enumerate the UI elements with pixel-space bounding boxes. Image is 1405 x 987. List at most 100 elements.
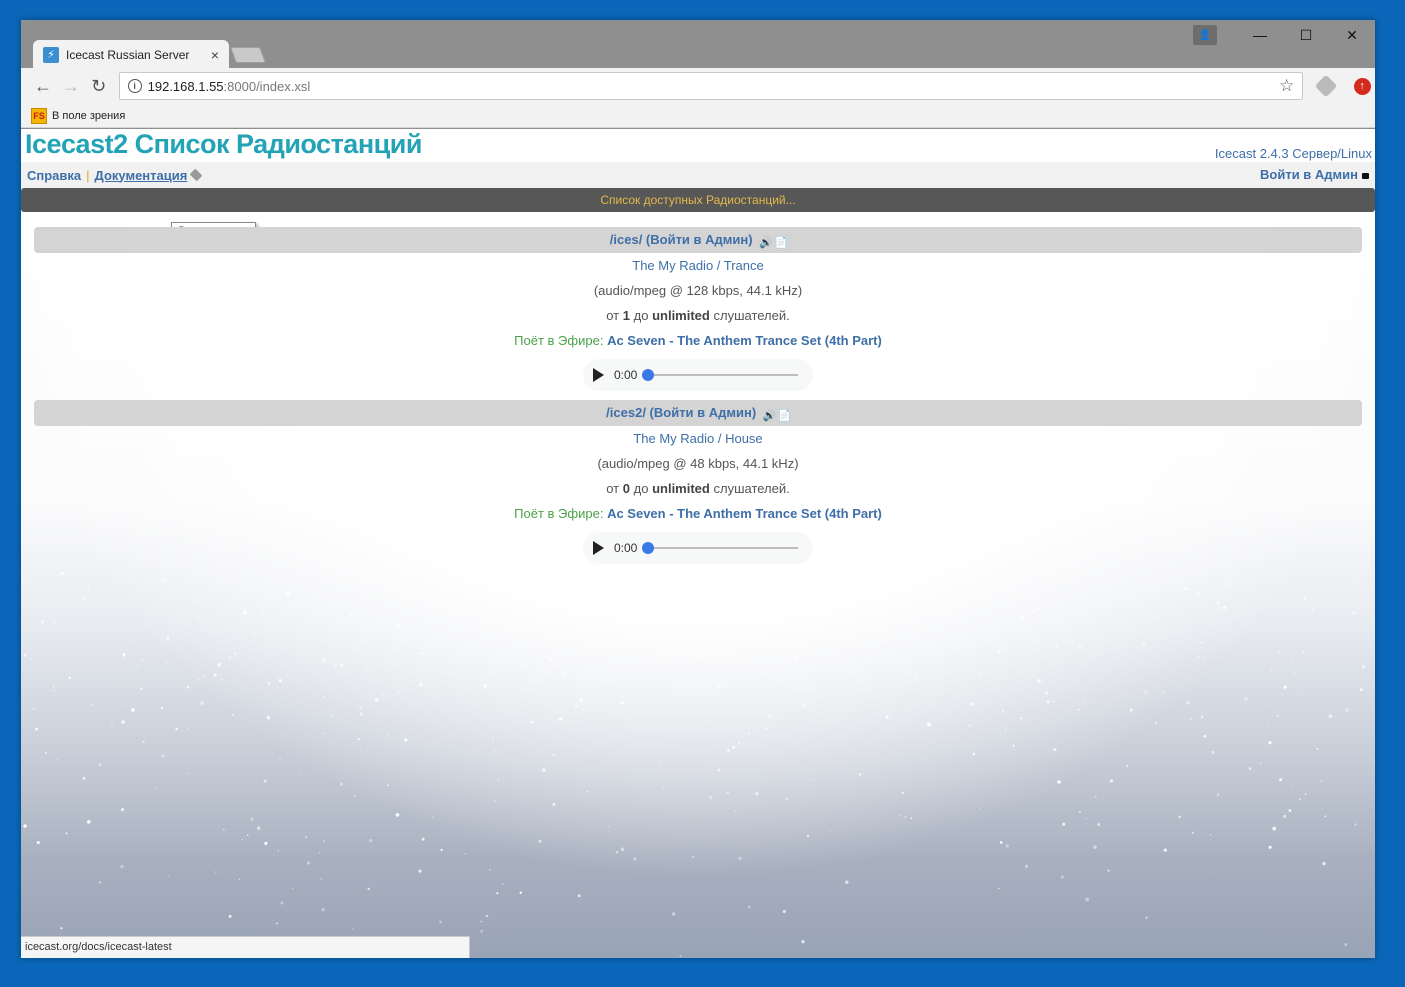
star-dot [826, 608, 830, 612]
profile-icon[interactable]: 👤 [1193, 25, 1217, 45]
star-dot [727, 749, 730, 752]
star-dot [791, 603, 794, 606]
star-dot [717, 768, 721, 772]
star-dot [419, 683, 423, 687]
star-dot [427, 626, 431, 629]
star-dot [90, 704, 93, 706]
star-dot [617, 677, 619, 679]
listeners-prefix: от [606, 308, 620, 323]
play-icon[interactable] [593, 368, 604, 382]
admin-login-link[interactable]: Войти в Админ [1260, 167, 1369, 182]
star-dot [286, 591, 290, 596]
listeners-mid: до [633, 481, 649, 496]
star-dot [726, 791, 729, 795]
icecast-favicon-icon: ⚡ [43, 46, 59, 63]
star-dot [397, 622, 401, 626]
star-dot [538, 839, 542, 844]
new-tab-button[interactable] [230, 47, 266, 63]
star-dot [914, 676, 918, 679]
star-dot [1278, 651, 1281, 654]
star-dot [851, 615, 854, 618]
star-dot [1177, 578, 1179, 580]
star-dot [480, 920, 482, 923]
star-dot [717, 580, 719, 582]
playlist-icon[interactable]: 📄 [774, 230, 788, 249]
browser-toolbar: ← → ↻ i 192.168.1.55:8000/index.xsl ☆ ↑ [21, 68, 1375, 104]
star-dot [794, 656, 798, 661]
star-dot [1203, 657, 1206, 659]
star-dot [658, 760, 661, 762]
seek-bar[interactable] [642, 369, 798, 381]
back-button[interactable]: ← [29, 72, 57, 100]
extension-button-2[interactable]: ↑ [1349, 73, 1375, 99]
mount-admin-link[interactable]: /ices2/ (Войти в Админ) [606, 405, 756, 420]
star-dot [574, 601, 577, 603]
star-dot [386, 734, 390, 738]
address-bar[interactable]: i 192.168.1.55:8000/index.xsl ☆ [118, 72, 1304, 100]
star-dot [140, 687, 143, 691]
star-dot [901, 791, 904, 795]
bookmark-item[interactable]: В поле зрения [52, 110, 125, 122]
speaker-icon[interactable]: 🔊 [759, 230, 773, 249]
star-dot [1203, 734, 1207, 738]
star-dot [380, 693, 383, 696]
star-dot [785, 798, 789, 801]
tab-close-icon[interactable]: × [211, 47, 219, 63]
speaker-icon[interactable]: 🔊 [763, 403, 777, 422]
browser-tab[interactable]: ⚡ Icecast Russian Server × [33, 40, 229, 69]
window-controls: 👤 — ☐ ✕ [1193, 20, 1375, 50]
forward-button[interactable]: → [57, 72, 85, 100]
star-dot [798, 645, 802, 648]
star-dot [999, 841, 1003, 844]
star-dot [359, 712, 363, 716]
extension-button-1[interactable] [1313, 73, 1339, 99]
star-dot [231, 577, 234, 581]
star-dot [1016, 625, 1020, 629]
star-dot [120, 864, 124, 869]
star-dot [419, 651, 424, 655]
star-dot [264, 841, 268, 845]
site-info-icon[interactable]: i [127, 79, 142, 93]
seek-knob[interactable] [642, 542, 654, 554]
star-dot [1197, 656, 1200, 658]
star-dot [1266, 724, 1269, 727]
bookmark-star-icon[interactable]: ☆ [1279, 76, 1294, 96]
now-playing: Поёт в Эфире: Ac Seven - The Anthem Tran… [34, 328, 1362, 353]
star-dot [32, 708, 35, 710]
star-dot [228, 655, 232, 659]
mount-admin-link[interactable]: /ices/ (Войти в Админ) [610, 232, 753, 247]
star-dot [978, 673, 982, 677]
star-dot [1104, 593, 1106, 595]
star-dot [843, 599, 845, 601]
star-dot [160, 706, 164, 710]
seek-knob[interactable] [642, 369, 654, 381]
play-icon[interactable] [593, 541, 604, 555]
close-window-button[interactable]: ✕ [1329, 20, 1375, 50]
minimize-button[interactable]: — [1237, 20, 1283, 50]
star-dot [59, 590, 61, 593]
star-dot [187, 772, 190, 774]
star-dot [86, 819, 91, 824]
star-dot [57, 758, 59, 760]
star-dot [616, 711, 619, 714]
star-dot [577, 894, 581, 898]
star-dot [1191, 831, 1195, 834]
reload-button[interactable]: ↻ [85, 72, 113, 100]
star-dot [222, 828, 225, 831]
star-dot [764, 720, 766, 722]
star-dot [737, 741, 741, 745]
star-dot [542, 768, 546, 772]
help-link[interactable]: Справка [27, 168, 81, 183]
star-dot [120, 807, 125, 812]
star-dot [1093, 845, 1097, 849]
extension-icon [1314, 74, 1338, 98]
star-dot [1012, 744, 1015, 747]
star-dot [241, 839, 243, 841]
star-dot [1078, 645, 1082, 650]
maximize-button[interactable]: ☐ [1283, 20, 1329, 50]
star-dot [321, 658, 326, 662]
star-dot [540, 670, 542, 672]
seek-bar[interactable] [642, 542, 798, 554]
docs-link[interactable]: Документация [95, 168, 188, 183]
playlist-icon[interactable]: 📄 [778, 403, 792, 422]
